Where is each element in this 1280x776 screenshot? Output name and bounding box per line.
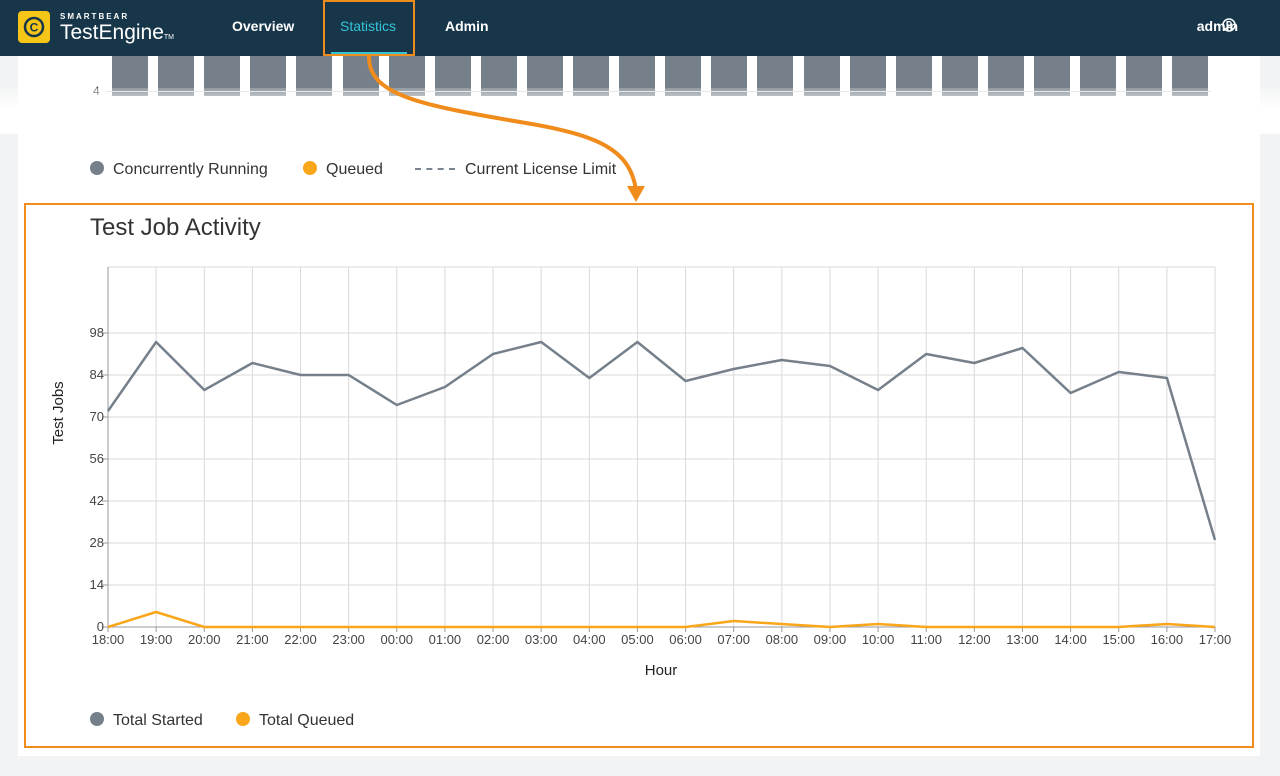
brand-tm: TM [163, 34, 175, 41]
nav-overview[interactable]: Overview [232, 0, 294, 56]
statistics-highlight-box [323, 0, 415, 56]
brand-product-name: TestEngine [60, 21, 164, 44]
brand-product: TestEngineTM [60, 21, 174, 45]
chart-highlight-box [24, 203, 1254, 748]
nav-admin[interactable]: Admin [445, 0, 489, 56]
svg-text:C: C [30, 21, 39, 35]
top-nav-bar: C SMARTBEAR TestEngineTM Overview Statis… [0, 0, 1280, 56]
user-account-icon[interactable] [1222, 18, 1236, 32]
smartbear-logo-icon[interactable]: C [18, 11, 50, 43]
brand-company: SMARTBEAR [60, 12, 130, 21]
